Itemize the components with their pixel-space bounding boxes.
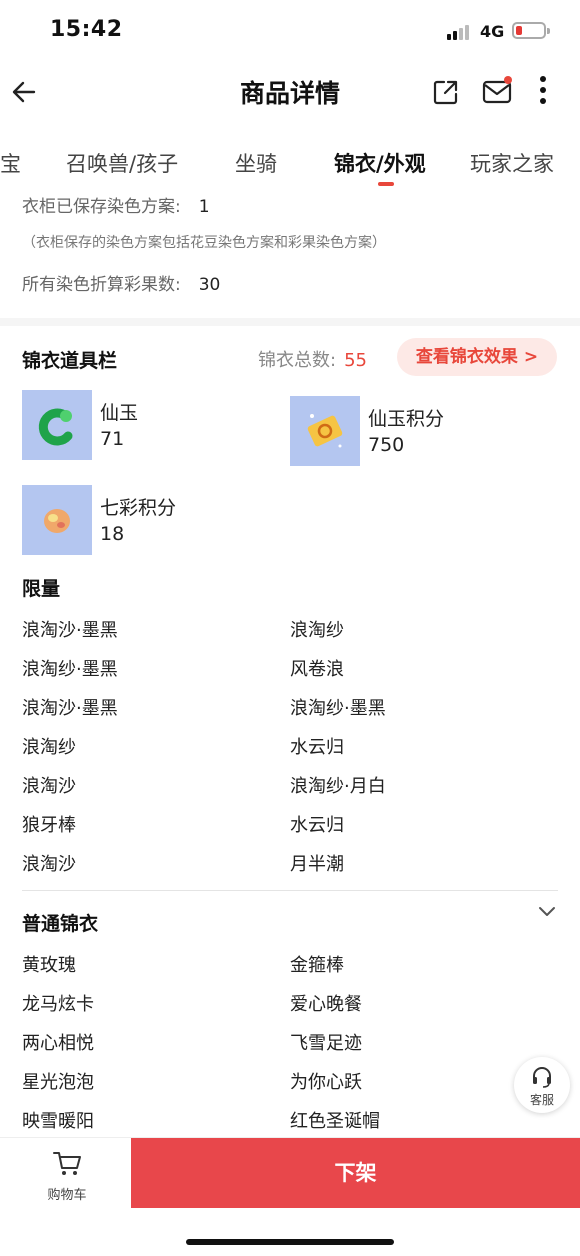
prop-name: 仙玉积分: [368, 408, 445, 430]
nav-bar: 商品详情: [0, 62, 580, 124]
tab-player-home[interactable]: 玩家之家: [470, 148, 554, 178]
list-item: 浪淘纱·墨黑: [290, 698, 386, 719]
props-section-title: 锦衣道具栏: [22, 350, 118, 372]
chevron-down-icon[interactable]: [538, 906, 556, 918]
prop-qty: 18: [100, 523, 125, 545]
home-indicator: [186, 1239, 394, 1245]
jade-points-ticket-icon: [290, 396, 360, 466]
limited-section-title: 限量: [22, 578, 61, 600]
normal-section-title: 普通锦衣: [22, 913, 99, 935]
prop-name: 七彩积分: [100, 497, 177, 519]
list-item: 映雪暖阳: [22, 1111, 94, 1132]
section-separator: [0, 318, 580, 326]
saved-schemes-value: 1: [198, 197, 210, 217]
list-item: 水云归: [290, 815, 344, 836]
list-item: 金箍棒: [290, 955, 344, 976]
list-item: 为你心跃: [290, 1072, 362, 1093]
jade-icon: [22, 390, 92, 460]
divider: [22, 890, 558, 891]
tab-mounts[interactable]: 坐骑: [235, 148, 277, 178]
customer-service-button[interactable]: 客服: [514, 1057, 570, 1113]
list-item: 爱心晚餐: [290, 994, 362, 1015]
list-item: 黄玫瑰: [22, 955, 76, 976]
category-tabs: 宝 召唤兽/孩子 坐骑 锦衣/外观 玩家之家: [0, 124, 580, 186]
delist-button[interactable]: 下架: [131, 1138, 580, 1208]
fruit-count-label: 所有染色折算彩果数:: [22, 275, 181, 295]
share-icon[interactable]: [432, 78, 460, 106]
prop-qty: 71: [100, 428, 125, 450]
outfit-total-value: 55: [344, 350, 367, 371]
fruit-count-value: 30: [198, 275, 221, 295]
signal-icon: [447, 24, 473, 40]
cart-button[interactable]: 购物车: [22, 1146, 112, 1206]
saved-schemes-label: 衣柜已保存染色方案:: [22, 197, 181, 217]
cart-label: 购物车: [47, 1188, 87, 1203]
list-item: 两心相悦: [22, 1033, 94, 1054]
status-time: 15:42: [50, 17, 123, 42]
list-item: 红色圣诞帽: [290, 1111, 380, 1132]
dye-note: （衣柜保存的染色方案包括花豆染色方案和彩果染色方案）: [22, 235, 386, 251]
list-item: 浪淘纱·月白: [290, 776, 386, 797]
network-label: 4G: [480, 22, 505, 41]
prop-name: 仙玉: [100, 402, 139, 424]
list-item: 浪淘纱: [290, 620, 344, 641]
list-item: 浪淘沙: [22, 776, 76, 797]
list-item: 浪淘纱·墨黑: [22, 659, 118, 680]
battery-icon: [512, 22, 550, 39]
prop-qty: 750: [368, 434, 405, 456]
cart-icon: [53, 1152, 81, 1175]
tab-treasure[interactable]: 宝: [0, 148, 21, 178]
outfit-total: 锦衣总数: 55: [258, 346, 367, 372]
active-tab-indicator: [378, 182, 394, 186]
view-outfit-effect-button[interactable]: 查看锦衣效果 >: [397, 338, 557, 376]
more-icon[interactable]: [539, 76, 547, 108]
list-item: 星光泡泡: [22, 1072, 94, 1093]
headset-icon: [533, 1067, 551, 1088]
list-item: 月半潮: [290, 854, 344, 875]
status-bar: 15:42 4G: [0, 0, 580, 62]
saved-schemes-row: 衣柜已保存染色方案: 1: [22, 192, 210, 217]
list-item: 狼牙棒: [22, 815, 76, 836]
list-item: 风卷浪: [290, 659, 344, 680]
rainbow-gem-icon: [22, 485, 92, 555]
notification-dot: [504, 76, 512, 84]
list-item: 水云归: [290, 737, 344, 758]
list-item: 龙马炫卡: [22, 994, 94, 1015]
list-item: 浪淘纱: [22, 737, 76, 758]
bottom-bar: 购物车 下架: [0, 1137, 580, 1256]
list-item: 浪淘沙·墨黑: [22, 620, 118, 641]
customer-service-label: 客服: [529, 1093, 554, 1107]
tab-summons[interactable]: 召唤兽/孩子: [66, 148, 178, 178]
list-item: 飞雪足迹: [290, 1033, 362, 1054]
fruit-count-row: 所有染色折算彩果数: 30: [22, 270, 220, 295]
outfit-total-label: 锦衣总数:: [258, 350, 337, 371]
list-item: 浪淘沙·墨黑: [22, 698, 118, 719]
list-item: 浪淘沙: [22, 854, 76, 875]
tab-outfits[interactable]: 锦衣/外观: [334, 148, 426, 178]
